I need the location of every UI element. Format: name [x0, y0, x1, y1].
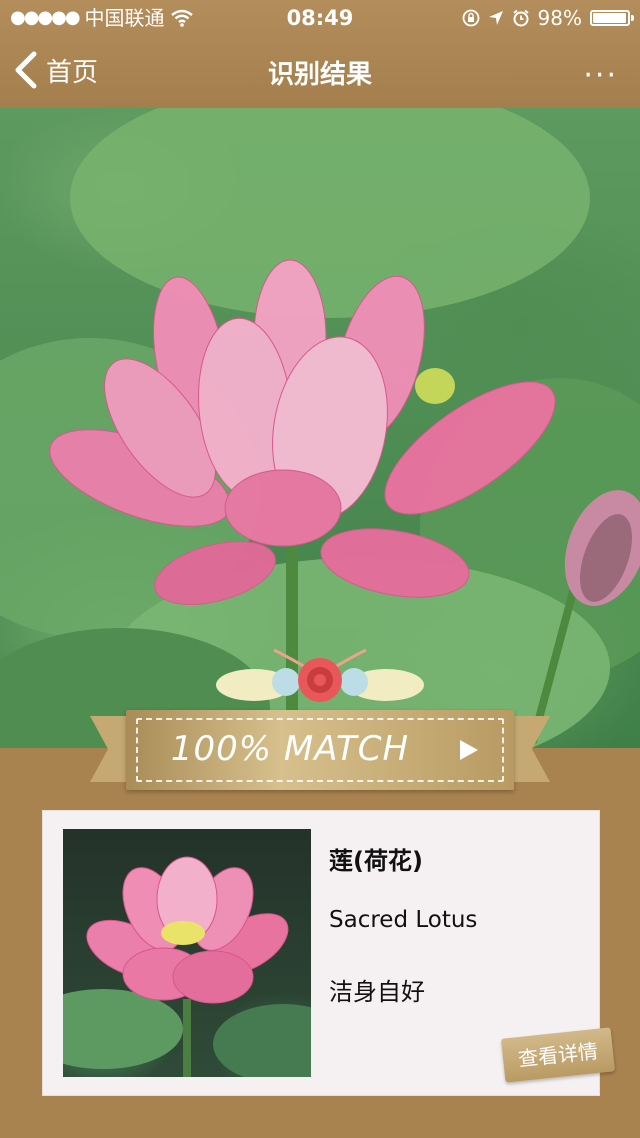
match-banner[interactable]: 100% MATCH	[126, 710, 514, 790]
result-card: 莲(荷花) Sacred Lotus 洁身自好 查看详情	[42, 810, 615, 1096]
alarm-icon	[512, 9, 529, 27]
view-details-button[interactable]: 查看详情	[501, 1027, 615, 1083]
lotus-thumbnail-illustration	[63, 856, 311, 1077]
lock-rotation-icon	[462, 9, 479, 27]
match-label: 100% MATCH	[170, 729, 410, 769]
flower-language: 洁身自好	[329, 978, 425, 1006]
floral-decoration	[216, 648, 424, 702]
battery-icon	[590, 10, 634, 26]
lotus-thumbnail	[63, 829, 311, 1077]
battery-percent: 98%	[537, 6, 582, 30]
location-arrow-icon	[488, 11, 503, 25]
page-title: 识别结果	[267, 60, 372, 90]
nav-bar: 首页 识别结果 ···	[0, 36, 640, 108]
flower-name-chinese: 莲(荷花)	[329, 847, 423, 875]
battery-fill	[593, 13, 627, 23]
more-icon[interactable]: ···	[583, 58, 618, 93]
play-arrow-icon	[460, 740, 478, 760]
status-right: 98%	[462, 0, 634, 36]
flower-name-english: Sacred Lotus	[329, 907, 478, 933]
header: ●●●●● 中国联通 08:49 98% 首页 识别结果 ···	[0, 0, 640, 108]
status-bar: ●●●●● 中国联通 08:49 98%	[0, 0, 640, 36]
